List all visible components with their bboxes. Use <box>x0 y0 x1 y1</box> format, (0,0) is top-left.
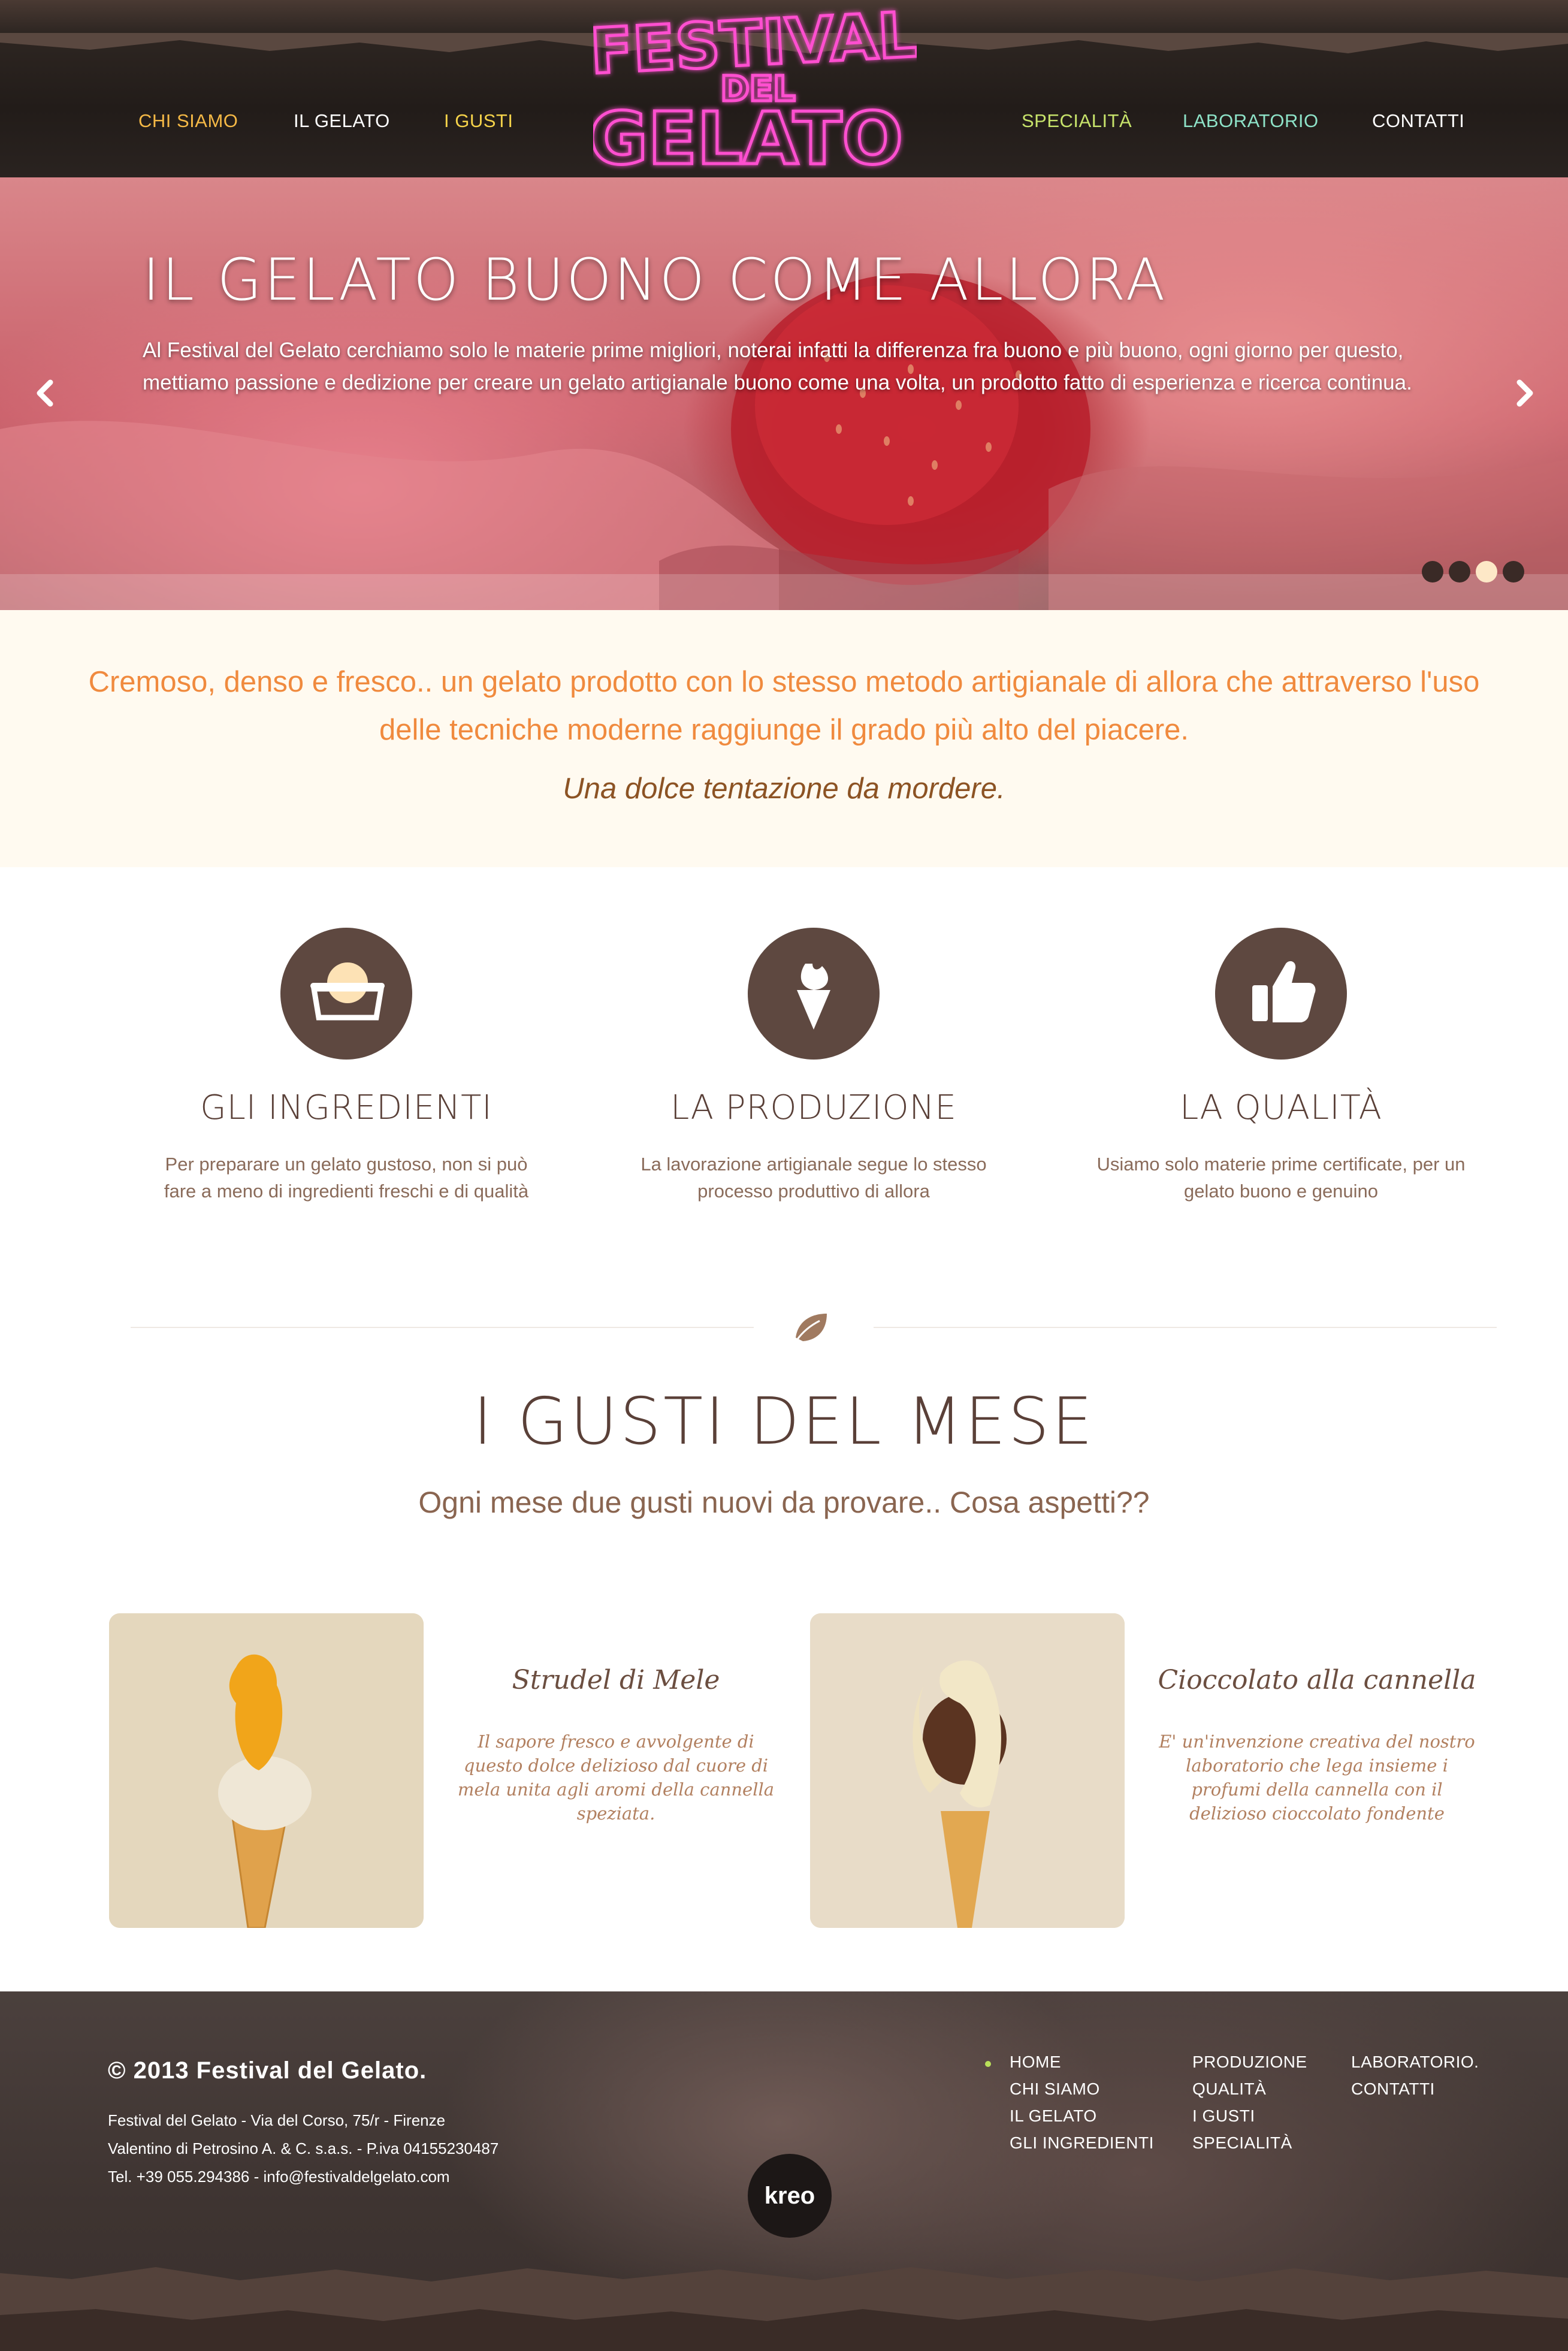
address-line: Festival del Gelato - Via del Corso, 75/… <box>108 2111 446 2129</box>
footer-link-ingredienti[interactable]: GLI INGREDIENTI <box>1010 2133 1154 2153</box>
footer-link-i-gusti[interactable]: I GUSTI <box>1192 2106 1255 2126</box>
hero-text: Al Festival del Gelato cerchiamo solo le… <box>143 339 1412 394</box>
divider-line <box>874 1327 1497 1328</box>
ice-cream-cone-icon <box>748 928 880 1060</box>
slider-dot-3-active[interactable] <box>1476 561 1497 583</box>
footer-link-laboratorio[interactable]: LABORATORIO. <box>1351 2053 1479 2072</box>
slider-dot-1[interactable] <box>1422 561 1443 583</box>
footer-link-produzione[interactable]: PRODUZIONE <box>1192 2053 1307 2072</box>
hero-title: IL GELATO BUONO COME ALLORA <box>143 246 1168 313</box>
intro-section: Cremoso, denso e fresco.. un gelato prod… <box>0 610 1568 867</box>
footer-link-il-gelato[interactable]: IL GELATO <box>1010 2106 1097 2126</box>
address-line: Valentino di Petrosino A. & C. s.a.s. - … <box>108 2139 499 2157</box>
footer-link-contatti[interactable]: CONTATTI <box>1351 2080 1435 2099</box>
feature-title: LA QUALITÀ <box>1180 1088 1382 1127</box>
gelato-tub-icon <box>280 928 412 1060</box>
feature-title: GLI INGREDIENTI <box>200 1088 493 1127</box>
nav-chi-siamo[interactable]: CHI SIAMO <box>138 110 238 132</box>
flavor-name: Strudel di Mele <box>512 1665 720 1695</box>
active-bullet <box>985 2061 991 2067</box>
hero-slider: IL GELATO BUONO COME ALLORA Al Festival … <box>0 177 1568 610</box>
flavor-description: Il sapore fresco e avvolgente di questo … <box>457 1731 775 1824</box>
intro-tagline: Una dolce tentazione da mordere. <box>563 772 1005 805</box>
footer-link-qualita[interactable]: QUALITÀ <box>1192 2080 1266 2099</box>
nav-laboratorio[interactable]: LABORATORIO <box>1183 110 1319 132</box>
feature-text: La lavorazione artigianale segue lo stes… <box>641 1154 987 1202</box>
nav-i-gusti[interactable]: I GUSTI <box>444 110 513 132</box>
torn-edge-decoration <box>0 2267 1568 2351</box>
slider-dot-2[interactable] <box>1449 561 1470 583</box>
page: { "header": { "logo": { "line1": "FESTIV… <box>0 0 1568 2351</box>
cioccolato-photo[interactable] <box>810 1613 1125 1928</box>
gusti-subtitle: Ogni mese due gusti nuovi da provare.. C… <box>418 1486 1150 1519</box>
hero-bottom-strip <box>0 574 1568 610</box>
kreo-badge[interactable]: kreo <box>748 2154 832 2238</box>
thumbs-up-icon <box>1215 928 1347 1060</box>
strudel-photo[interactable] <box>109 1613 424 1928</box>
copyright: © 2013 Festival del Gelato. <box>108 2057 427 2084</box>
slider-dot-4[interactable] <box>1503 561 1524 583</box>
footer-link-specialita[interactable]: SPECIALITÀ <box>1192 2133 1292 2153</box>
site-logo[interactable]: FESTIVAL DEL GELATO <box>593 5 917 179</box>
flavor-name: Cioccolato alla cannella <box>1158 1665 1476 1695</box>
feature-text: Usiamo solo materie prime certificate, p… <box>1096 1154 1466 1202</box>
divider-line <box>131 1327 754 1328</box>
nav-il-gelato[interactable]: IL GELATO <box>294 110 390 132</box>
feature-text: Per preparare un gelato gustoso, non si … <box>164 1154 529 1202</box>
feature-title: LA PRODUZIONE <box>670 1088 957 1127</box>
chevron-left-icon[interactable] <box>30 375 60 411</box>
footer-link-chi-siamo[interactable]: CHI SIAMO <box>1010 2080 1100 2099</box>
nav-contatti[interactable]: CONTATTI <box>1372 110 1464 132</box>
intro-text: Cremoso, denso e fresco.. un gelato prod… <box>88 666 1480 746</box>
chevron-right-icon[interactable] <box>1510 375 1540 411</box>
leaf-icon <box>796 1314 827 1341</box>
flavor-description: E' un'invenzione creativa del nostro lab… <box>1159 1731 1475 1824</box>
address-contact-line: Tel. +39 055.294386 - info@festivaldelge… <box>108 2168 450 2186</box>
logo-line-3: GELATO <box>593 98 903 179</box>
footer-link-home[interactable]: HOME <box>1010 2053 1061 2072</box>
gusti-title: I GUSTI DEL MESE <box>473 1384 1095 1459</box>
nav-specialita[interactable]: SPECIALITÀ <box>1022 110 1132 132</box>
